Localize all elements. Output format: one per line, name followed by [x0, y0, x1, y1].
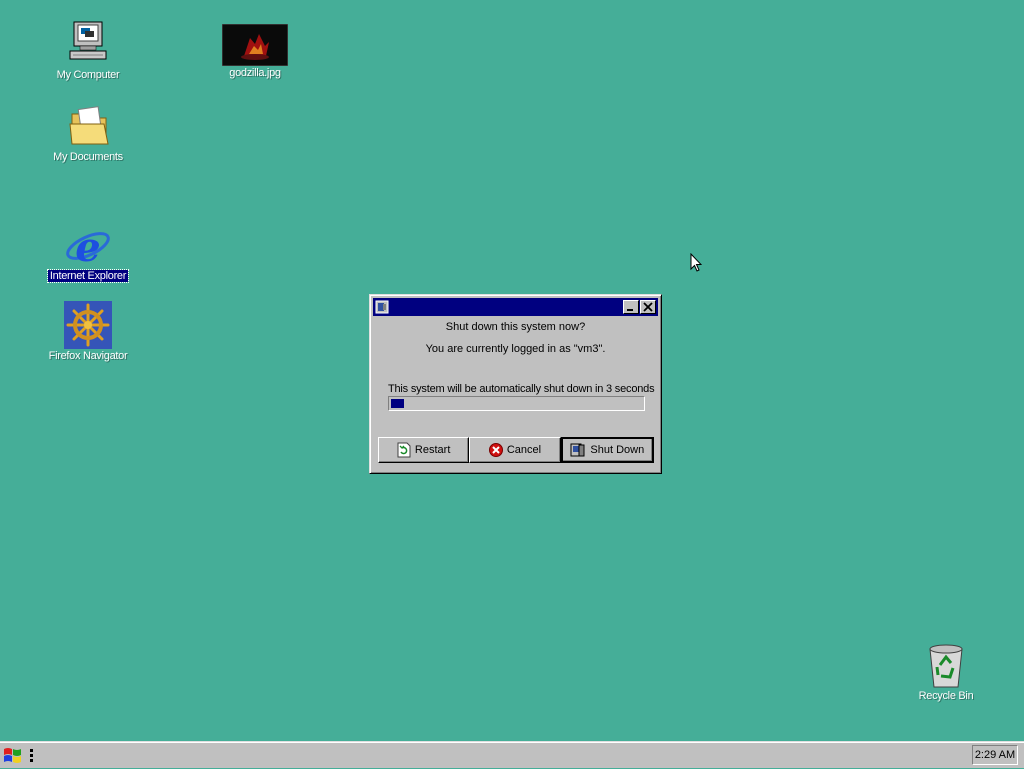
taskbar-clock[interactable]: 2:29 AM [972, 745, 1018, 765]
desktop-icon-label: Recycle Bin [918, 690, 974, 702]
start-button[interactable] [2, 746, 24, 766]
desktop-icon-label: My Computer [56, 69, 120, 81]
countdown-progress-bar [388, 396, 645, 411]
desktop-icon-godzilla[interactable]: godzilla.jpg [210, 23, 300, 79]
recycle-bin-icon [922, 641, 970, 689]
restart-button[interactable]: Restart [378, 437, 470, 463]
jpeg-thumbnail-icon [221, 23, 289, 67]
dialog-question: Shut down this system now? [445, 321, 586, 333]
dialog-button-row: Restart Cancel Shut Down [378, 437, 654, 465]
mouse-pointer-icon [690, 252, 703, 273]
desktop-icon-internet-explorer[interactable]: e Internet Explorer [43, 221, 133, 283]
shutdown-app-icon [375, 300, 389, 314]
cancel-icon [488, 443, 503, 457]
close-icon [643, 302, 653, 312]
svg-text:e: e [75, 224, 100, 269]
cancel-label: Cancel [506, 444, 542, 456]
dialog-titlebar[interactable] [373, 298, 658, 316]
shutdown-dialog: Shut down this system now? You are curre… [369, 294, 662, 474]
cancel-button[interactable]: Cancel [469, 437, 561, 463]
minimize-icon [627, 309, 633, 311]
restart-icon [397, 442, 411, 458]
restart-label: Restart [414, 444, 451, 456]
shutdown-button[interactable]: Shut Down [560, 437, 654, 463]
close-button[interactable] [640, 300, 656, 314]
folder-icon [64, 102, 112, 150]
minimize-button[interactable] [623, 300, 639, 314]
desktop-icon-label: Firefox Navigator [48, 350, 128, 362]
dialog-login-info: You are currently logged in as "vm3". [425, 343, 606, 355]
desktop-icon-label: Internet Explorer [46, 269, 130, 283]
desktop-icon-my-computer[interactable]: My Computer [43, 20, 133, 81]
desktop-icon-firefox-navigator[interactable]: Firefox Navigator [43, 301, 133, 362]
internet-explorer-icon: e [64, 221, 112, 271]
desktop-icon-recycle-bin[interactable]: Recycle Bin [901, 641, 991, 702]
progress-fill [391, 399, 404, 408]
windows-flag-icon [4, 748, 21, 763]
shutdown-label: Shut Down [590, 444, 645, 456]
my-computer-icon [64, 20, 112, 68]
taskbar: 2:29 AM [0, 741, 1024, 768]
desktop-icon-my-documents[interactable]: My Documents [43, 102, 133, 163]
countdown-text: This system will be automatically shut d… [388, 383, 655, 395]
taskbar-grip[interactable] [29, 748, 35, 764]
desktop-icon-label: godzilla.jpg [229, 67, 281, 79]
desktop-icon-label: My Documents [53, 151, 123, 163]
shutdown-icon [570, 443, 585, 457]
ship-wheel-icon [64, 301, 112, 349]
